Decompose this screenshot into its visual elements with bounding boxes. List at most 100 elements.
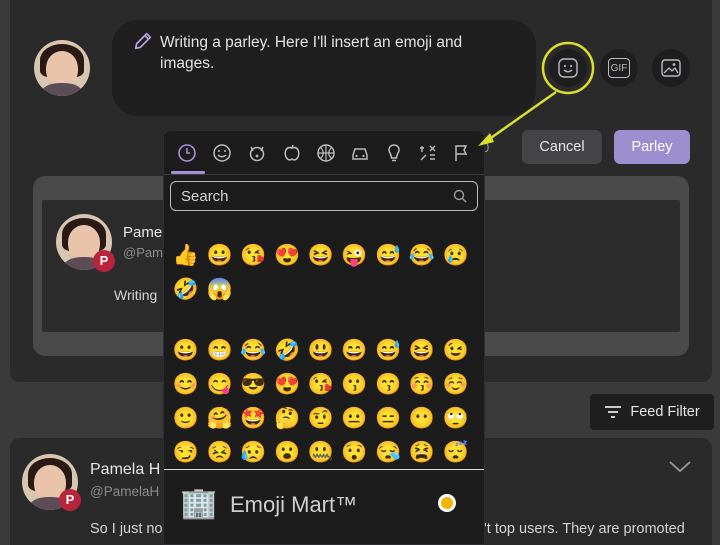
post-author-handle[interactable]: @PamelaH xyxy=(90,484,159,499)
emoji-button[interactable]: 🤣 xyxy=(273,337,301,365)
emoji-button[interactable]: 😎 xyxy=(239,371,267,399)
page: Writing a parley. Here I'll insert an em… xyxy=(0,0,720,545)
emoji-button[interactable]: 🙄 xyxy=(442,405,470,433)
emoji-button[interactable]: 😫 xyxy=(408,439,436,467)
ball-icon xyxy=(317,144,335,162)
animal-icon xyxy=(249,146,265,162)
emoji-button[interactable]: 😥 xyxy=(239,439,267,467)
emoji-button[interactable]: 😆 xyxy=(307,242,335,270)
emoji-button[interactable]: 😀 xyxy=(172,337,200,365)
emoji-button[interactable]: 🤐 xyxy=(307,439,335,467)
emoji-button[interactable]: 😋 xyxy=(206,371,234,399)
gif-icon: GIF xyxy=(608,58,630,78)
food-icon xyxy=(284,144,300,161)
emoji-button[interactable]: 😅 xyxy=(374,337,402,365)
emoji-button[interactable]: 😗 xyxy=(341,371,369,399)
symbols-icon xyxy=(420,145,436,161)
emoji-button[interactable]: 😍 xyxy=(273,242,301,270)
emoji-button[interactable]: 😚 xyxy=(408,371,436,399)
office-building-icon: 🏢 xyxy=(180,487,218,520)
avatar[interactable] xyxy=(34,40,90,96)
category-recent[interactable] xyxy=(175,141,199,165)
parley-button[interactable]: Parley xyxy=(614,130,690,164)
emoji-button[interactable]: 😐 xyxy=(341,405,369,433)
emoji-button[interactable]: 😶 xyxy=(408,405,436,433)
category-smileys[interactable] xyxy=(210,141,234,165)
emoji-button[interactable]: 😃 xyxy=(307,337,335,365)
emoji-button[interactable]: 😆 xyxy=(408,337,436,365)
emoji-button[interactable]: 🙂 xyxy=(172,405,200,433)
emoji-button[interactable]: 😍 xyxy=(273,371,301,399)
emoji-button[interactable]: 😁 xyxy=(206,337,234,365)
emoji-button[interactable]: 😜 xyxy=(341,242,369,270)
emoji-button[interactable]: 😀 xyxy=(206,242,234,270)
emoji-button[interactable]: 😣 xyxy=(206,439,234,467)
preview-handle: @Pam xyxy=(123,245,163,260)
feed-filter-button[interactable]: Feed Filter xyxy=(590,394,714,430)
emoji-button[interactable]: 😮 xyxy=(273,439,301,467)
emoji-button[interactable]: 😘 xyxy=(239,242,267,270)
gif-button[interactable]: GIF xyxy=(600,49,638,87)
post-text-left: So I just no xyxy=(90,521,163,537)
search-icon xyxy=(453,189,467,203)
category-activity[interactable] xyxy=(314,141,338,165)
emoji-button[interactable]: 😅 xyxy=(374,242,402,270)
pencil-icon xyxy=(134,32,152,50)
emoji-button[interactable]: ☺️ xyxy=(442,371,470,399)
smiley-icon xyxy=(213,144,231,162)
category-objects[interactable] xyxy=(382,141,406,165)
emoji-button[interactable]: 😉 xyxy=(442,337,470,365)
parler-badge-icon: P xyxy=(93,250,115,272)
emoji-button[interactable]: 😂 xyxy=(408,242,436,270)
car-icon xyxy=(352,148,368,160)
emoji-button[interactable]: 😄 xyxy=(341,337,369,365)
feed-filter-label: Feed Filter xyxy=(630,404,700,420)
emoji-button[interactable]: 😑 xyxy=(374,405,402,433)
category-symbols[interactable] xyxy=(416,141,440,165)
filter-icon xyxy=(605,406,622,418)
active-category-indicator xyxy=(171,171,205,174)
emoji-button[interactable]: 😪 xyxy=(374,439,402,467)
emoji-picker: 👍😀😘😍😆😜😅😂😢🤣😱 😀😁😂🤣😃😄😅😆😉😊😋😎😍😘😗😙😚☺️🙂🤗🤩🤔🤨😐😑😶🙄… xyxy=(163,130,485,545)
emoji-button[interactable]: 😱 xyxy=(206,276,234,304)
cancel-button[interactable]: Cancel xyxy=(522,130,602,164)
category-flags[interactable] xyxy=(450,141,474,165)
emoji-button[interactable]: 🤩 xyxy=(239,405,267,433)
emoji-button[interactable]: 😊 xyxy=(172,371,200,399)
emoji-category-bar xyxy=(164,131,484,175)
emoji-button[interactable]: 🤔 xyxy=(273,405,301,433)
emoji-button[interactable]: 🤨 xyxy=(307,405,335,433)
bulb-icon xyxy=(388,144,400,162)
category-animals[interactable] xyxy=(245,141,269,165)
composer-text: Writing a parley. Here I'll insert an em… xyxy=(160,34,463,72)
emoji-mart-title: Emoji Mart™ xyxy=(230,492,358,517)
skin-tone-selector[interactable] xyxy=(438,494,456,512)
post-text-right: 't top users. They are promoted xyxy=(484,521,685,537)
chevron-down-icon[interactable] xyxy=(668,458,692,476)
category-travel[interactable] xyxy=(348,141,372,165)
composer-input[interactable]: Writing a parley. Here I'll insert an em… xyxy=(112,20,536,116)
category-food[interactable] xyxy=(280,141,304,165)
image-icon xyxy=(661,59,681,77)
emoji-button[interactable]: 🤗 xyxy=(206,405,234,433)
emoji-button[interactable]: 😘 xyxy=(307,371,335,399)
emoji-button[interactable]: 😏 xyxy=(172,439,200,467)
emoji-button[interactable]: 😴 xyxy=(442,439,470,467)
emoji-button[interactable]: 😂 xyxy=(239,337,267,365)
emoji-button[interactable]: 🤣 xyxy=(172,276,200,304)
image-button[interactable] xyxy=(652,49,690,87)
preview-text: Writing xyxy=(114,287,158,303)
emoji-button[interactable]: 😙 xyxy=(374,371,402,399)
emoji-search-input[interactable] xyxy=(181,186,441,206)
clock-icon xyxy=(178,144,196,162)
emoji-picker-footer: 🏢 Emoji Mart™ xyxy=(164,469,484,544)
emoji-button[interactable]: 👍 xyxy=(172,242,200,270)
emoji-icon xyxy=(558,58,578,78)
emoji-search-box[interactable] xyxy=(170,181,478,211)
parler-badge-icon: P xyxy=(59,489,81,511)
emoji-button[interactable]: 😢 xyxy=(442,242,470,270)
flags-icon xyxy=(455,145,468,161)
emoji-button[interactable] xyxy=(549,49,587,87)
post-author-name[interactable]: Pamela H xyxy=(90,461,160,479)
emoji-button[interactable]: 😯 xyxy=(341,439,369,467)
